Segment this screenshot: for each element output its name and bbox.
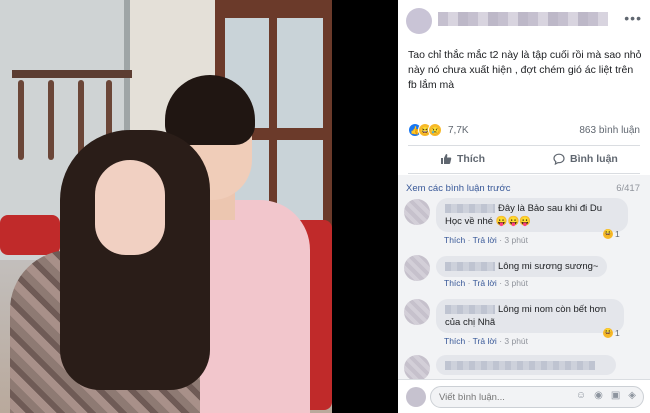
comment-meta: Thích · Trả lời · 3 phút bbox=[444, 278, 529, 288]
comment-reply-link[interactable]: Trả lời bbox=[473, 336, 497, 346]
view-previous-comments-link[interactable]: Xem các bình luận trước bbox=[406, 183, 510, 194]
comment-like-link[interactable]: Thích bbox=[444, 278, 465, 288]
comment-reaction-count: 1 bbox=[615, 229, 620, 239]
write-comment-row: ☺ ◉ ▣ ◈ bbox=[398, 379, 650, 413]
comment-bubble: Lông mi nom còn bết hơn của chị Nhã bbox=[436, 299, 624, 333]
camera-icon[interactable]: ◉ bbox=[594, 390, 603, 401]
comment-input-tools: ☺ ◉ ▣ ◈ bbox=[576, 390, 636, 401]
current-user-avatar bbox=[406, 387, 426, 407]
commenter-avatar[interactable] bbox=[404, 255, 430, 281]
reactions-summary[interactable]: 👍 😆 😢 7,7K 863 bình luận bbox=[408, 122, 640, 140]
comment-reaction-count: 1 bbox=[615, 328, 620, 338]
divider bbox=[408, 173, 640, 174]
commenter-name-blurred[interactable] bbox=[445, 304, 495, 314]
divider bbox=[408, 145, 640, 146]
comment-bubble: Đây là Bảo sau khi đi Du Học về nhé 😛😛😛 bbox=[436, 198, 628, 232]
commenter-name-blurred[interactable] bbox=[445, 360, 595, 370]
more-options-icon[interactable]: ••• bbox=[624, 10, 642, 26]
commenter-avatar[interactable] bbox=[404, 355, 430, 381]
author-name-blurred[interactable] bbox=[438, 12, 608, 26]
comment-bubble bbox=[436, 355, 616, 375]
sad-reaction-icon: 😢 bbox=[428, 123, 442, 137]
comment-time: 3 phút bbox=[504, 235, 529, 245]
comment-text: Lông mi sương sương~ bbox=[498, 261, 599, 272]
post-panel: ••• Tao chỉ thắc mắc t2 này là tập cuối … bbox=[398, 0, 650, 413]
post-header: ••• bbox=[398, 0, 650, 42]
haha-reaction-icon: 😆 bbox=[603, 229, 613, 239]
comments-page-count: 6/417 bbox=[616, 183, 640, 194]
comment-reply-link[interactable]: Trả lời bbox=[473, 278, 497, 288]
comment-time: 3 phút bbox=[504, 336, 529, 346]
comment-reply-link[interactable]: Trả lời bbox=[473, 235, 497, 245]
comment-bubble: Lông mi sương sương~ bbox=[436, 256, 608, 277]
like-button-label: Thích bbox=[457, 153, 485, 165]
sticker-icon[interactable]: ◈ bbox=[628, 390, 636, 401]
post-actions: Thích Bình luận bbox=[408, 149, 640, 171]
reaction-count[interactable]: 7,7K bbox=[448, 125, 469, 136]
comment-button-label: Bình luận bbox=[570, 153, 618, 165]
comment-reactions[interactable]: 😆 1 bbox=[603, 229, 620, 239]
author-avatar[interactable] bbox=[406, 8, 432, 34]
commenter-avatar[interactable] bbox=[404, 299, 430, 325]
comment-like-link[interactable]: Thích bbox=[444, 336, 465, 346]
comment-like-link[interactable]: Thích bbox=[444, 235, 465, 245]
comment-emoji: 😛😛😛 bbox=[495, 216, 532, 227]
gif-icon[interactable]: ▣ bbox=[611, 390, 620, 401]
thumbs-up-icon bbox=[441, 154, 452, 164]
screen: ••• Tao chỉ thắc mắc t2 này là tập cuối … bbox=[0, 0, 650, 413]
haha-reaction-icon: 😆 bbox=[603, 328, 613, 338]
post-text: Tao chỉ thắc mắc t2 này là tập cuối rồi … bbox=[408, 49, 642, 91]
comment-meta: Thích · Trả lời · 3 phút bbox=[444, 336, 529, 346]
comment-meta: Thích · Trả lời · 3 phút bbox=[444, 235, 529, 245]
emoji-icon[interactable]: ☺ bbox=[576, 390, 586, 401]
comment-count[interactable]: 863 bình luận bbox=[579, 125, 640, 136]
commenter-avatar[interactable] bbox=[404, 199, 430, 225]
comments-section: Xem các bình luận trước 6/417 Đây là Bảo… bbox=[398, 175, 650, 413]
comment-bubble-icon bbox=[553, 153, 565, 165]
comment-time: 3 phút bbox=[504, 278, 529, 288]
comment-button[interactable]: Bình luận bbox=[553, 153, 618, 165]
commenter-name-blurred[interactable] bbox=[445, 203, 495, 213]
like-button[interactable]: Thích bbox=[440, 153, 485, 165]
post-photo[interactable] bbox=[0, 0, 332, 413]
commenter-name-blurred[interactable] bbox=[445, 261, 495, 271]
comment-reactions[interactable]: 😆 1 bbox=[603, 328, 620, 338]
